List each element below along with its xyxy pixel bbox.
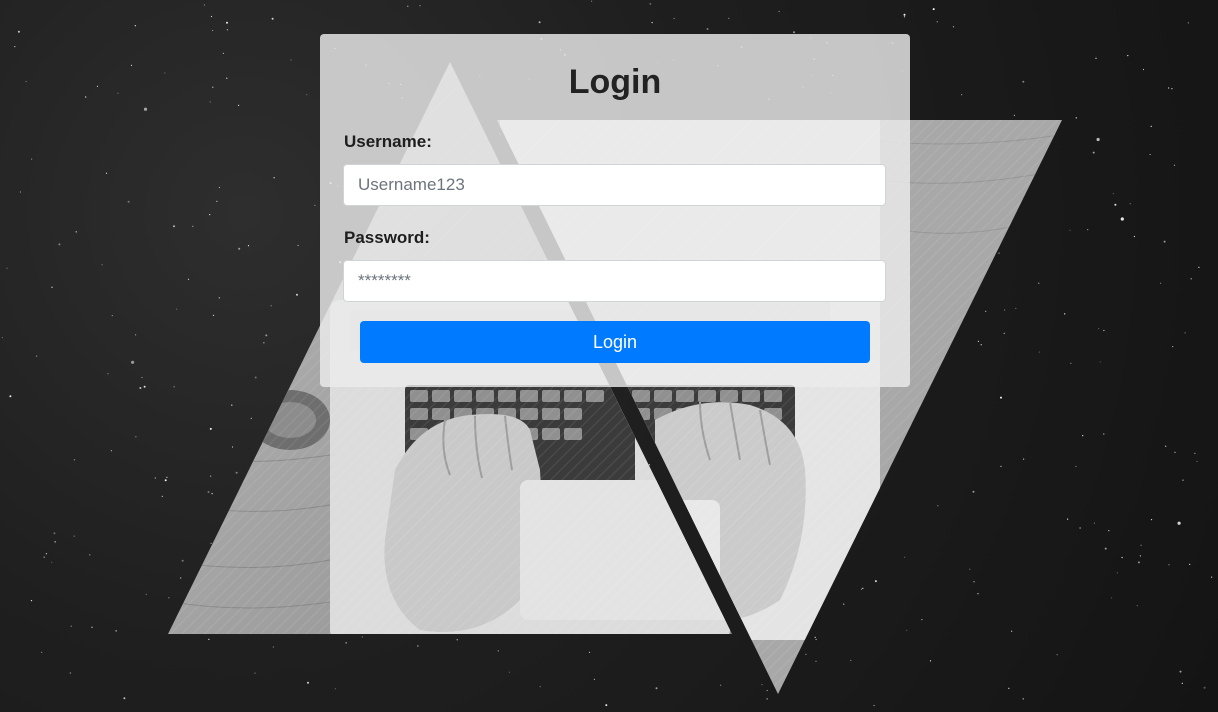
username-input[interactable] bbox=[343, 164, 886, 206]
password-label: Password: bbox=[344, 228, 430, 247]
username-label: Username: bbox=[344, 132, 432, 151]
login-button[interactable]: Login bbox=[360, 321, 870, 363]
password-input[interactable] bbox=[343, 260, 886, 302]
login-title: Login bbox=[568, 63, 662, 101]
login-card: Login Username: Password: Login bbox=[320, 34, 910, 387]
